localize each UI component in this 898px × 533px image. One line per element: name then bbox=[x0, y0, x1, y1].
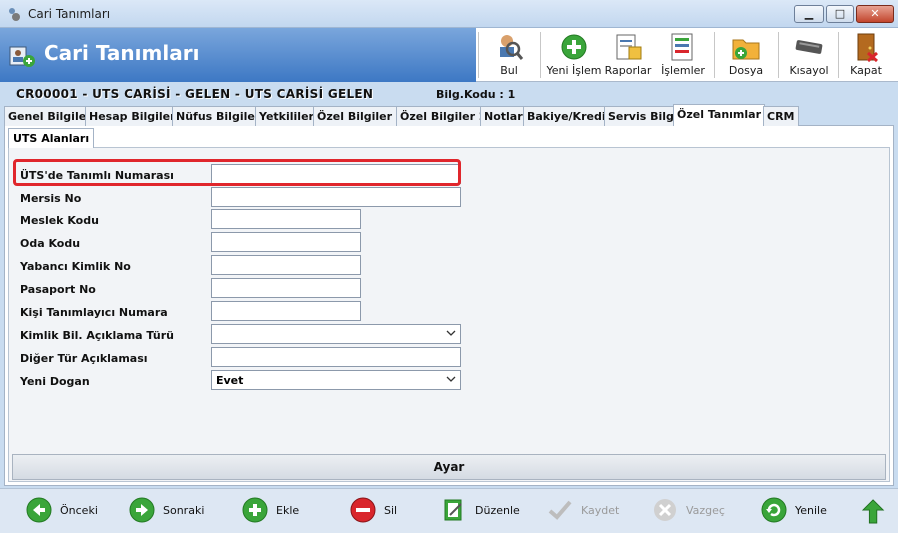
pasaport-no-input[interactable] bbox=[211, 278, 361, 298]
toolbar-button-islemler[interactable]: İşlemler bbox=[660, 28, 706, 82]
tab-yetkililer[interactable]: Yetkililer bbox=[255, 106, 318, 126]
refresh-icon bbox=[761, 497, 787, 523]
tab-genel-bilgiler[interactable]: Genel Bilgiler bbox=[4, 106, 96, 126]
chevron-down-icon bbox=[446, 330, 456, 336]
tab-bakiye-kredi[interactable]: Bakiye/Kredi bbox=[523, 106, 610, 126]
search-person-icon bbox=[500, 35, 524, 60]
field-label: Mersis No bbox=[20, 192, 82, 205]
field-label: Yeni Dogan bbox=[20, 375, 90, 388]
button-label: Düzenle bbox=[475, 504, 520, 517]
arrow-right-icon bbox=[129, 497, 155, 523]
header-banner: Cari Tanımları Bul Yeni İşlem Raporlar İ… bbox=[0, 28, 898, 82]
cancel-icon bbox=[654, 499, 676, 521]
scroll-top-button[interactable] bbox=[862, 497, 886, 525]
select-value: Evet bbox=[216, 374, 244, 387]
tab-ozel-bilgiler-2[interactable]: Özel Bilgiler 2 bbox=[396, 106, 491, 126]
oda-kodu-input[interactable] bbox=[211, 232, 361, 252]
field-label: Oda Kodu bbox=[20, 237, 81, 250]
button-label: Vazgeç bbox=[686, 504, 725, 517]
arrow-up-icon bbox=[862, 499, 885, 524]
toolbar-separator bbox=[838, 32, 839, 78]
field-label: Kimlik Bil. Açıklama Türü bbox=[20, 329, 174, 342]
toolbar-separator bbox=[778, 32, 779, 78]
diger-tur-input[interactable] bbox=[211, 347, 461, 367]
delete-icon bbox=[350, 497, 376, 523]
button-label: Sonraki bbox=[163, 504, 205, 517]
tab-nufus-bilgileri[interactable]: Nüfus Bilgileri bbox=[172, 106, 269, 126]
kisi-tanimlayici-input[interactable] bbox=[211, 301, 361, 321]
arrow-left-icon bbox=[26, 497, 52, 523]
tab-hesap-bilgileri[interactable]: Hesap Bilgileri bbox=[85, 106, 184, 126]
toolbar-separator bbox=[540, 32, 541, 78]
reports-icon bbox=[616, 34, 642, 60]
field-label: Diğer Tür Açıklaması bbox=[20, 352, 148, 365]
toolbar-label: Kapat bbox=[850, 64, 882, 77]
toolbar-label: Bul bbox=[500, 64, 518, 77]
toolbar-button-bul[interactable]: Bul bbox=[486, 28, 532, 82]
meslek-kodu-input[interactable] bbox=[211, 209, 361, 229]
window-titlebar: Cari Tanımları ▁ □ ✕ bbox=[0, 0, 898, 28]
operations-icon bbox=[671, 33, 693, 61]
checkmark-icon bbox=[548, 500, 572, 520]
exit-door-icon bbox=[857, 33, 878, 63]
tab-notlar[interactable]: Notlar bbox=[480, 106, 527, 126]
toolbar-separator bbox=[714, 32, 715, 78]
page-title: Cari Tanımları bbox=[44, 41, 200, 65]
toolbar-label: Yeni İşlem bbox=[546, 64, 602, 77]
tab-ozel-tanimlar[interactable]: Özel Tanımlar bbox=[673, 104, 766, 126]
field-label: Pasaport No bbox=[20, 283, 96, 296]
app-icon bbox=[9, 8, 20, 21]
field-label: Kişi Tanımlayıcı Numara bbox=[20, 306, 168, 319]
folder-icon bbox=[732, 39, 760, 60]
banner-title-area: Cari Tanımları bbox=[0, 28, 476, 82]
button-label: Yenile bbox=[795, 504, 827, 517]
toolbar-button-yeni-islem[interactable]: Yeni İşlem bbox=[546, 28, 602, 82]
field-label: Yabancı Kimlik No bbox=[20, 260, 131, 273]
toolbar-label: İşlemler bbox=[661, 64, 705, 77]
toolbar-button-kapat[interactable]: Kapat bbox=[844, 28, 888, 82]
toolbar-label: Raporlar bbox=[604, 64, 652, 77]
yeni-dogan-select[interactable]: Evet bbox=[211, 370, 461, 390]
toolbar-label: Kısayol bbox=[789, 64, 829, 77]
keyboard-icon bbox=[795, 40, 823, 54]
yabanci-kimlik-no-input[interactable] bbox=[211, 255, 361, 275]
button-label: Sil bbox=[384, 504, 398, 517]
record-info-row: CR00001 - UTS CARİSİ - GELEN - UTS CARİS… bbox=[0, 84, 898, 106]
field-label: Meslek Kodu bbox=[20, 214, 99, 227]
chevron-down-icon bbox=[446, 376, 456, 382]
bilg-kodu: Bilg.Kodu : 1 bbox=[436, 88, 516, 101]
bottom-bar: Önceki Sonraki Ekle Sil Düzenle Kaydet V… bbox=[0, 488, 898, 533]
edit-icon bbox=[444, 499, 462, 521]
window-title: Cari Tanımları bbox=[28, 7, 111, 21]
ayar-button[interactable]: Ayar bbox=[12, 454, 886, 480]
minimize-button[interactable]: ▁ bbox=[794, 5, 824, 23]
kimlik-aciklama-turu-select[interactable] bbox=[211, 324, 461, 344]
toolbar-button-raporlar[interactable]: Raporlar bbox=[604, 28, 652, 82]
toolbar-button-kisayol[interactable]: Kısayol bbox=[786, 28, 832, 82]
customer-card-icon bbox=[9, 46, 35, 67]
tab-servis-bilg[interactable]: Servis Bilg. bbox=[604, 106, 683, 126]
toolbar-button-dosya[interactable]: Dosya bbox=[722, 28, 770, 82]
close-button[interactable]: ✕ bbox=[856, 5, 894, 23]
add-icon bbox=[561, 34, 587, 60]
maximize-button[interactable]: □ bbox=[826, 5, 854, 23]
button-label: Ekle bbox=[276, 504, 300, 517]
button-label: Önceki bbox=[60, 504, 98, 517]
tab-ozel-bilgiler-1[interactable]: Özel Bilgiler 1 bbox=[313, 106, 408, 126]
toolbar-separator bbox=[478, 32, 479, 78]
tab-uts-alanlari[interactable]: UTS Alanları bbox=[8, 128, 95, 148]
button-label: Kaydet bbox=[581, 504, 620, 517]
record-code: CR00001 - UTS CARİSİ - GELEN - UTS CARİS… bbox=[16, 87, 374, 101]
add-icon bbox=[242, 497, 268, 523]
toolbar-label: Dosya bbox=[728, 64, 764, 77]
tab-crm[interactable]: CRM bbox=[763, 106, 799, 126]
highlight-box bbox=[13, 159, 461, 186]
mersis-no-input[interactable] bbox=[211, 187, 461, 207]
